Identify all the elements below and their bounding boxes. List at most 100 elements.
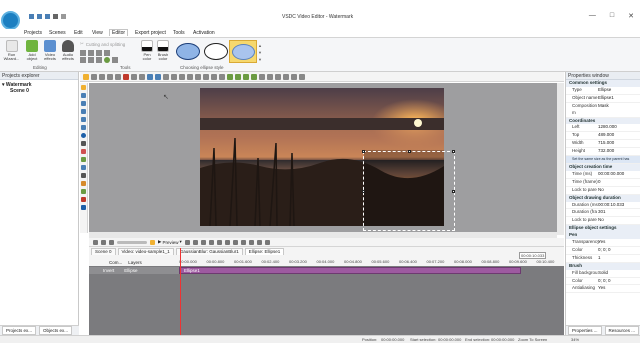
prop-row[interactable]: Thickness 1 [566,255,640,263]
zoom-to-screen-button[interactable]: Zoom To Screen [518,337,547,342]
prop-value[interactable]: 489.000 [598,132,640,139]
subtitle-icon[interactable] [81,149,86,154]
prop-value[interactable]: Yes [598,285,640,292]
ungroup-icon[interactable] [267,73,273,80]
prop-value[interactable]: 00:00:10.033 [598,202,640,209]
crop-icon[interactable] [80,50,86,56]
ellipse-track-header[interactable]: Invert Ellipse [89,267,179,274]
playhead[interactable] [180,248,181,335]
text-icon[interactable] [81,141,86,146]
distribute-icon[interactable] [211,73,217,80]
menu-projects[interactable]: Projects [24,30,42,36]
menu-activation[interactable]: Activation [193,30,215,36]
prop-row[interactable]: Type Ellipse [566,87,640,95]
link-icon[interactable] [283,73,289,80]
prop-section[interactable]: Ellipse object settings [566,225,640,233]
split-timeline-icon[interactable] [240,239,246,245]
video-effects-button[interactable]: Video effects [42,40,58,62]
person-icon[interactable] [81,173,86,178]
cutting-splitting-button[interactable]: ✂ Cutting and splitting [80,41,125,47]
prop-row[interactable]: Duration (fra 301 [566,209,640,218]
timeline-zoom-slider[interactable] [117,240,147,244]
volume-icon[interactable] [256,239,262,245]
align-top-icon[interactable] [187,73,193,80]
prop-section[interactable]: Object creation time [566,163,640,171]
new-icon[interactable] [29,14,34,19]
prop-section[interactable]: Brush [566,262,640,270]
align-left-icon[interactable] [163,73,169,80]
prop-section[interactable]: Coordinates [566,117,640,125]
align-right-icon[interactable] [179,73,185,80]
prop-row[interactable]: Transparency Yes [566,239,640,247]
prop-row[interactable]: Width 715.000 [566,140,640,149]
same-size-icon[interactable] [219,73,225,80]
prop-row[interactable]: Lock to pare No [566,187,640,195]
prop-value[interactable]: No [598,217,640,224]
timeline-ruler[interactable]: 00:00.000 00:00.800 00:01.600 00:02.400 00:0… [179,252,564,266]
trim-icon[interactable] [88,57,94,63]
music-icon[interactable] [81,197,86,202]
audio-effects-button[interactable]: Audio effects [60,40,76,62]
canvas-vertical-scrollbar[interactable] [557,83,564,235]
image-icon[interactable] [81,109,86,114]
align-middle-icon[interactable] [195,73,201,80]
rotate-icon[interactable] [88,50,94,56]
prop-value[interactable]: Ellipse1 [598,95,640,102]
ellipse-style-scroll[interactable]: ▲ ▼ ▼ [258,42,263,62]
menu-editor[interactable]: Editor [109,29,129,36]
prop-row[interactable]: Antialiasing Yes [566,285,640,294]
more-icon[interactable] [299,73,305,80]
rewind-icon[interactable] [192,239,198,245]
resize-handle-t[interactable] [408,150,411,153]
skip-start-icon[interactable] [184,239,190,245]
zoom-fit-icon[interactable] [109,239,114,245]
menu-view[interactable]: View [92,30,103,36]
rectangle-icon[interactable] [81,125,86,130]
prop-row[interactable]: Time (ms) 00:00:00.000 [566,171,640,179]
loop-icon[interactable] [150,239,155,245]
save-icon[interactable] [45,14,50,19]
layer-down-icon[interactable] [155,73,161,80]
prop-row[interactable]: Top 489.000 [566,132,640,141]
zoom-value[interactable]: 34% [571,337,579,342]
grid-icon[interactable] [139,73,145,80]
group-icon[interactable] [259,73,265,80]
arrow-right-icon[interactable] [251,73,257,80]
prop-row[interactable]: Composition m Mask [566,103,640,118]
prop-value[interactable]: 0; 0; 0 [598,247,640,254]
open-icon[interactable] [37,14,42,19]
paste-icon[interactable] [115,73,121,80]
settings-icon[interactable] [112,57,118,63]
timeline-tracks[interactable]: Invert Ellipse Ellipse1 [89,248,564,335]
pen-color-button[interactable]: Pen color [140,40,154,62]
ellipse-clip[interactable]: Ellipse1 [179,267,521,274]
zoom-icon[interactable] [291,73,297,80]
prop-row[interactable]: Lock to pare No [566,217,640,226]
ellipse-style-2[interactable] [204,43,228,60]
sprite-icon[interactable] [81,165,86,170]
prop-value[interactable]: No [598,187,640,194]
copy-icon[interactable] [107,73,113,80]
prop-value[interactable]: 00:00:00.000 [598,171,640,178]
prop-row[interactable]: Left 1280.000 [566,124,640,133]
prop-value[interactable]: 0 [598,179,640,186]
tab-resources[interactable]: Resources ... [604,326,640,335]
resize-handle-l[interactable] [362,190,365,193]
prop-value[interactable]: Mask [598,103,640,117]
video-icon[interactable] [81,93,86,98]
line-icon[interactable] [81,117,86,122]
tab-gaussian-blur[interactable]: GaussianBlur: GaussianBlur1 [175,248,243,255]
snap-icon[interactable] [248,239,254,245]
lock-icon[interactable] [275,73,281,80]
tab-properties[interactable]: Properties ... [568,326,602,335]
settings-timeline-icon[interactable] [264,239,270,245]
pointer-icon[interactable] [81,85,86,90]
maximize-icon[interactable]: □ [610,12,614,20]
cut-icon[interactable] [99,73,105,80]
split-icon[interactable] [80,57,86,63]
speed-icon[interactable] [104,50,110,56]
play-icon[interactable] [104,57,110,63]
play-timeline-icon[interactable] [200,239,206,245]
spectrum-icon[interactable] [81,189,86,194]
prop-section[interactable]: Common settings [566,80,640,87]
